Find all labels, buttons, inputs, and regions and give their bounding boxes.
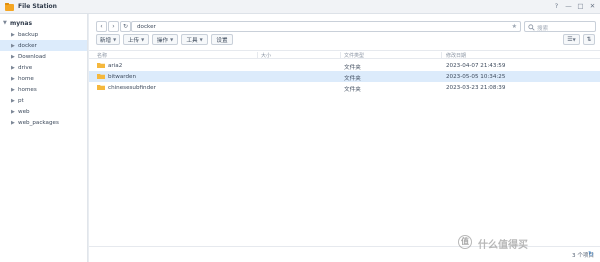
folder-icon xyxy=(97,63,105,68)
column-header-modified[interactable]: 修改日期 xyxy=(446,52,466,59)
title-bar: File Station ? — □ ✕ xyxy=(0,0,600,14)
refresh-icon: ↻ xyxy=(122,23,129,30)
folder-icon xyxy=(97,85,105,90)
sidebar-item-homes[interactable]: ▶ homes xyxy=(0,84,87,95)
star-icon[interactable]: ★ xyxy=(512,23,517,30)
path-value: docker xyxy=(137,23,156,30)
chevron-right-icon[interactable]: ▶ xyxy=(11,43,16,49)
sidebar-item-drive[interactable]: ▶ drive xyxy=(0,62,87,73)
chevron-right-icon: › xyxy=(112,23,115,30)
watermark-logo: 值 xyxy=(458,235,472,249)
file-modified: 2023-05-05 10:34:25 xyxy=(446,73,506,80)
folder-icon xyxy=(97,74,105,79)
minimize-button[interactable]: — xyxy=(564,2,573,11)
caret-down-icon: ▼ xyxy=(113,37,117,42)
file-type: 文件夹 xyxy=(344,86,361,93)
caret-down-icon: ▼ xyxy=(141,37,145,42)
sort-button[interactable]: ⇅ xyxy=(583,34,595,45)
sort-icon: ⇅ xyxy=(586,36,592,43)
table-row[interactable]: chinesesubfinder 文件夹 2023-03-23 21:08:39 xyxy=(89,82,600,93)
search-input[interactable]: 搜索 xyxy=(524,21,596,32)
sidebar-item-docker[interactable]: ▶ docker xyxy=(0,40,87,51)
table-row[interactable]: aria2 文件夹 2023-04-07 21:43:59 xyxy=(89,60,600,71)
settings-label: 设置 xyxy=(216,37,228,44)
chevron-right-icon[interactable]: ▶ xyxy=(11,54,16,60)
settings-button[interactable]: 设置 xyxy=(211,34,233,45)
file-name: bitwarden xyxy=(108,73,137,80)
sidebar-item-label: home xyxy=(18,75,34,82)
upload-label: 上传 xyxy=(127,37,140,44)
sidebar-item-label: drive xyxy=(18,64,33,71)
chevron-right-icon[interactable]: ▶ xyxy=(11,65,16,71)
chevron-left-icon: ‹ xyxy=(100,23,103,30)
close-button[interactable]: ✕ xyxy=(588,2,597,11)
column-divider xyxy=(340,52,341,59)
list-view-button[interactable]: ☰ ▼ xyxy=(563,34,580,45)
column-header-type[interactable]: 文件类型 xyxy=(344,52,364,59)
sidebar: ▼ mynas ▶ backup ▶ docker ▶ Download ▶ d… xyxy=(0,14,88,262)
tools-label: 工具 xyxy=(186,37,198,44)
forward-button[interactable]: › xyxy=(108,21,119,32)
table-header: 名称 大小 文件类型 修改日期 xyxy=(89,50,600,59)
column-header-name[interactable]: 名称 xyxy=(97,52,107,59)
sidebar-root-mynas[interactable]: ▼ mynas xyxy=(3,19,32,27)
sidebar-item-label: homes xyxy=(18,86,37,93)
main-panel: ‹ › ↻ docker ★ 搜索 新增 ▼ 上传 ▼ 操作 ▼ 工具 ▼ 设置… xyxy=(89,14,600,262)
action-button[interactable]: 操作 ▼ xyxy=(152,34,178,45)
chevron-right-icon[interactable]: ▶ xyxy=(11,87,16,93)
new-label: 新增 xyxy=(99,37,112,44)
upload-button[interactable]: 上传 ▼ xyxy=(123,34,149,45)
tools-button[interactable]: 工具 ▼ xyxy=(181,34,208,45)
sidebar-item-home[interactable]: ▶ home xyxy=(0,73,87,84)
sidebar-item-pt[interactable]: ▶ pt xyxy=(0,95,87,106)
search-icon xyxy=(528,24,535,31)
column-divider xyxy=(257,52,258,59)
path-bar[interactable]: docker ★ xyxy=(131,21,521,32)
caret-down-icon: ▼ xyxy=(572,37,576,42)
search-placeholder: 搜索 xyxy=(537,25,549,32)
new-button[interactable]: 新增 ▼ xyxy=(96,34,120,45)
caret-down-icon: ▼ xyxy=(170,37,174,42)
sidebar-item-label: pt xyxy=(18,97,24,104)
maximize-button[interactable]: □ xyxy=(576,2,585,11)
chevron-right-icon[interactable]: ▶ xyxy=(11,109,16,115)
column-divider xyxy=(441,52,442,59)
caret-down-icon: ▼ xyxy=(199,37,203,42)
sidebar-item-download[interactable]: ▶ Download xyxy=(0,51,87,62)
sidebar-item-backup[interactable]: ▶ backup xyxy=(0,29,87,40)
file-modified: 2023-04-07 21:43:59 xyxy=(446,62,506,69)
app-title: File Station xyxy=(18,3,57,10)
column-header-size[interactable]: 大小 xyxy=(261,52,271,59)
file-name: aria2 xyxy=(108,62,123,69)
sidebar-item-label: backup xyxy=(18,31,39,38)
watermark-text: 什么值得买 xyxy=(478,240,528,251)
chevron-down-icon[interactable]: ▼ xyxy=(3,20,8,26)
chevron-right-icon[interactable]: ▶ xyxy=(11,120,16,126)
sidebar-item-label: web_packages xyxy=(18,119,59,126)
sidebar-item-label: docker xyxy=(18,42,37,49)
table-row[interactable]: bitwarden 文件夹 2023-05-05 10:34:25 xyxy=(89,71,600,82)
chevron-right-icon[interactable]: ▶ xyxy=(11,32,16,38)
chevron-right-icon[interactable]: ▶ xyxy=(11,76,16,82)
file-type: 文件夹 xyxy=(344,64,361,71)
refresh-button[interactable]: ↻ xyxy=(120,21,131,32)
sidebar-item-label: web xyxy=(18,108,30,115)
refresh-icon[interactable]: ↻ xyxy=(588,250,594,258)
back-button[interactable]: ‹ xyxy=(96,21,107,32)
help-icon[interactable]: ? xyxy=(552,2,561,11)
sidebar-root-label: mynas xyxy=(10,19,33,27)
chevron-right-icon[interactable]: ▶ xyxy=(11,98,16,104)
sidebar-item-web[interactable]: ▶ web xyxy=(0,106,87,117)
sidebar-item-label: Download xyxy=(18,53,46,60)
file-modified: 2023-03-23 21:08:39 xyxy=(446,84,506,91)
action-label: 操作 xyxy=(156,37,169,44)
sidebar-item-web-packages[interactable]: ▶ web_packages xyxy=(0,117,87,128)
file-name: chinesesubfinder xyxy=(108,84,156,91)
file-type: 文件夹 xyxy=(344,75,361,82)
file-station-icon xyxy=(5,3,14,11)
